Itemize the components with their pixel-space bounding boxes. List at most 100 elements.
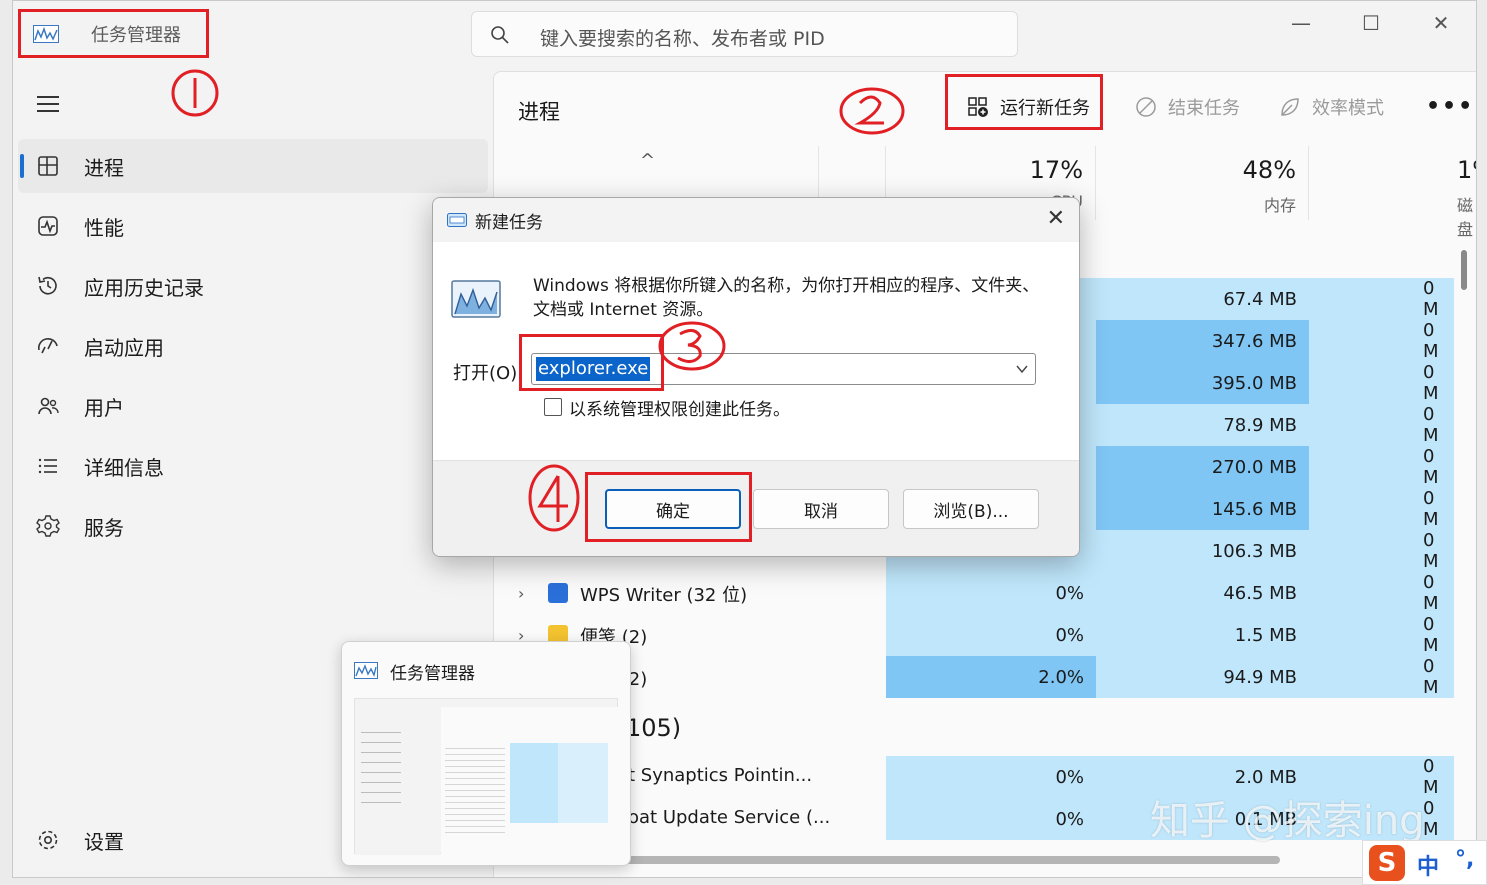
disk-value: 0 M	[1423, 530, 1439, 572]
table-row[interactable]: 0% 1.5 MB 0 M › 便笺 (2)	[494, 614, 1476, 656]
column-header-memory[interactable]: 48% 内存	[1096, 146, 1309, 220]
sidebar-item-services[interactable]: 服务	[18, 499, 488, 553]
search-icon	[491, 26, 509, 44]
minimize-button[interactable]: —	[1273, 9, 1329, 37]
process-icon	[548, 583, 568, 603]
sogou-logo-icon[interactable]: S	[1369, 845, 1405, 881]
end-task-label: 结束任务	[1168, 98, 1240, 119]
sidebar-item-label: 用户	[84, 396, 124, 420]
memory-cell: 145.6 MB	[1096, 488, 1309, 530]
process-name: t Synaptics Pointin...	[628, 765, 813, 786]
search-input[interactable]: 键入要搜索的名称、发布者或 PID	[540, 24, 825, 51]
hamburger-menu-icon[interactable]	[35, 93, 61, 115]
more-options-button[interactable]: •••	[1426, 94, 1474, 119]
memory-cell: 94.9 MB	[1096, 656, 1309, 698]
taskbar-thumbnail-preview[interactable]: 任务管理器	[341, 641, 631, 866]
disk-cell: 0 M	[1309, 656, 1454, 698]
sidebar-item-label: 设置	[84, 830, 124, 854]
close-button[interactable]: ✕	[1413, 9, 1469, 37]
sidebar-item-details[interactable]: 详细信息	[18, 439, 488, 493]
sidebar-item-label: 应用历史记录	[84, 276, 204, 300]
watermark: 知乎 @探索ing	[1150, 798, 1425, 844]
browse-button[interactable]: 浏览(B)...	[903, 489, 1039, 529]
memory-label: 内存	[1263, 196, 1296, 215]
disk-value: 0 M	[1423, 656, 1439, 698]
sidebar-item-performance[interactable]: 性能	[18, 199, 488, 253]
memory-cell: 1.5 MB	[1096, 614, 1309, 656]
annotation-box-3	[519, 334, 664, 391]
maximize-button[interactable]: ☐	[1343, 9, 1399, 37]
memory-value: 94.9 MB	[1223, 666, 1297, 688]
dialog-close-button[interactable]: ✕	[1047, 206, 1065, 231]
table-row[interactable]: 2.0%94.9 MB0 M›理器 (2)	[494, 656, 1476, 698]
disk-cell: 0 M	[1309, 404, 1454, 446]
processes-icon	[38, 156, 58, 176]
sidebar-item-label: 性能	[84, 216, 124, 240]
history-icon	[38, 276, 57, 295]
cpu-value: 0%	[1055, 582, 1084, 604]
memory-value: 270.0 MB	[1211, 456, 1297, 478]
memory-value: 106.3 MB	[1211, 540, 1297, 562]
efficiency-mode-button[interactable]: 效率模式	[1278, 94, 1384, 120]
cancel-button[interactable]: 取消	[753, 489, 889, 529]
task-manager-app-icon	[354, 662, 378, 679]
sidebar-item-label: 启动应用	[84, 336, 164, 360]
disk-cell: 0 M	[1309, 572, 1454, 614]
disk-cell: 0 M	[1309, 530, 1454, 572]
page-title: 进程	[518, 100, 560, 124]
column-header-disk[interactable]: 1% 磁盘	[1309, 146, 1476, 239]
disk-value: 0 M	[1423, 488, 1439, 530]
memory-value: 46.5 MB	[1223, 582, 1297, 604]
cpu-cell: 0%	[886, 756, 1096, 798]
memory-value: 347.6 MB	[1211, 330, 1297, 352]
cpu-cell: 0%	[886, 798, 1096, 840]
memory-cell: 270.0 MB	[1096, 446, 1309, 488]
thumbnail-title: 任务管理器	[390, 664, 475, 684]
task-manager-large-icon	[451, 280, 501, 318]
services-icon	[36, 515, 60, 537]
sidebar-item-label: 进程	[84, 156, 124, 180]
disk-cell: 0 M	[1309, 278, 1454, 320]
search-box[interactable]: 键入要搜索的名称、发布者或 PID	[471, 11, 1018, 57]
end-task-icon	[1136, 97, 1156, 117]
vertical-scrollbar[interactable]	[1456, 220, 1470, 877]
ime-punctuation-toggle[interactable]: °,	[1455, 847, 1474, 872]
dialog-message: Windows 将根据你所键入的名称，为你打开相应的程序、文件夹、文档或 Int…	[533, 276, 1040, 320]
annotation-box-4	[585, 472, 752, 542]
scrollbar-thumb[interactable]	[1461, 250, 1467, 290]
ime-language-toggle[interactable]: 中	[1417, 849, 1439, 881]
memory-cell: 46.5 MB	[1096, 572, 1309, 614]
active-indicator	[20, 154, 24, 178]
memory-value: 67.4 MB	[1223, 288, 1297, 310]
open-label: 打开(O):	[453, 363, 524, 384]
gear-icon	[38, 830, 58, 850]
cpu-total: 17%	[1029, 156, 1083, 184]
sidebar-item-processes[interactable]: 进程	[18, 139, 488, 193]
efficiency-mode-label: 效率模式	[1312, 98, 1384, 119]
disk-value: 0 M	[1423, 278, 1439, 320]
sidebar-item-users[interactable]: 用户	[18, 379, 488, 433]
expand-chevron-icon[interactable]: ›	[518, 584, 524, 603]
memory-cell: 347.6 MB	[1096, 320, 1309, 362]
memory-value: 1.5 MB	[1234, 624, 1297, 646]
ime-toolbar[interactable]: S 中 °,	[1362, 840, 1487, 885]
memory-value: 145.6 MB	[1211, 498, 1297, 520]
horizontal-scrollbar[interactable]	[620, 856, 1280, 864]
end-task-button[interactable]: 结束任务	[1134, 94, 1240, 120]
memory-total: 48%	[1242, 156, 1296, 184]
table-row[interactable]: 0% 46.5 MB 0 M › WPS Writer (32 位)	[494, 572, 1476, 614]
chevron-down-icon[interactable]	[1015, 362, 1029, 376]
sidebar-item-startup[interactable]: 启动应用	[18, 319, 488, 373]
cpu-value: 0%	[1055, 766, 1084, 788]
annotation-box-2	[945, 74, 1103, 130]
users-icon	[38, 397, 59, 415]
disk-cell: 0 M	[1309, 320, 1454, 362]
admin-privileges-checkbox[interactable]	[544, 398, 562, 416]
sidebar-item-history[interactable]: 应用历史记录	[18, 259, 488, 313]
memory-cell: 395.0 MB	[1096, 362, 1309, 404]
cpu-cell: 2.0%	[886, 656, 1096, 698]
cpu-cell: 0%	[886, 614, 1096, 656]
cpu-value: 0%	[1055, 808, 1084, 830]
disk-cell: 0 M	[1309, 488, 1454, 530]
disk-cell: 0 M	[1309, 446, 1454, 488]
